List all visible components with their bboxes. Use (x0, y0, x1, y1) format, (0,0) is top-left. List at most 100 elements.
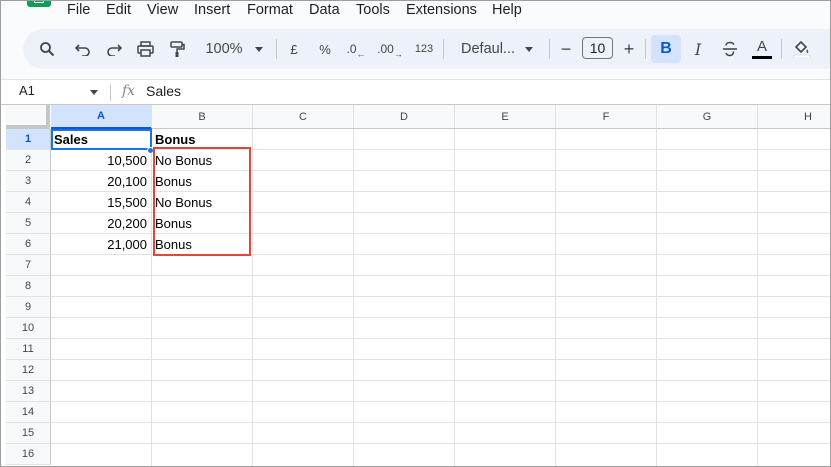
formula-input[interactable]: Sales (146, 83, 181, 99)
menu-data[interactable]: Data (309, 1, 340, 19)
column-header-e[interactable]: E (455, 105, 556, 129)
increase-font-size-button[interactable]: + (618, 35, 640, 63)
formula-bar: A1 fx Sales (1, 79, 830, 104)
plus-icon: + (623, 38, 635, 59)
column-header-a[interactable]: A (51, 105, 152, 129)
column-header-b[interactable]: B (152, 105, 253, 129)
decrease-decimal-button[interactable]: .0 ← (343, 35, 369, 63)
name-box[interactable]: A1 (19, 83, 35, 98)
row-header-14[interactable]: 14 (6, 402, 51, 423)
increase-decimal-icon: .00 (377, 42, 394, 56)
sheets-logo-icon[interactable] (27, 1, 51, 7)
print-button[interactable] (131, 35, 159, 63)
select-all-corner[interactable] (6, 105, 50, 129)
font-size-value: 10 (589, 40, 606, 56)
menu-insert[interactable]: Insert (194, 1, 230, 19)
bold-button[interactable]: B (651, 35, 681, 63)
row-header-2[interactable]: 2 (6, 150, 51, 171)
cell-a5[interactable]: 20,200 (51, 213, 151, 234)
row-header-1[interactable]: 1 (6, 129, 51, 150)
chevron-down-icon (254, 46, 263, 52)
row-header-10[interactable]: 10 (6, 318, 51, 339)
decrease-font-size-button[interactable]: − (555, 35, 577, 63)
toolbar-divider (549, 39, 550, 59)
row-header-6[interactable]: 6 (6, 234, 51, 255)
arrow-right-icon: → (393, 49, 403, 59)
menu-extensions[interactable]: Extensions (406, 1, 477, 19)
menu-bar: File Edit View Insert Format Data Tools … (1, 1, 830, 21)
row-header-8[interactable]: 8 (6, 276, 51, 297)
increase-decimal-button[interactable]: .00 → (375, 35, 405, 63)
chevron-down-icon[interactable] (90, 90, 98, 95)
column-header-g[interactable]: G (657, 105, 758, 129)
redo-button[interactable] (100, 35, 128, 63)
search-icon (40, 42, 55, 57)
currency-format-button[interactable]: £ (282, 35, 306, 63)
search-menus-button[interactable] (33, 35, 61, 63)
zoom-value: 100% (205, 41, 243, 57)
menu-format[interactable]: Format (247, 1, 293, 19)
redo-icon (107, 44, 122, 56)
grid-line (757, 129, 758, 466)
row-header-9[interactable]: 9 (6, 297, 51, 318)
column-header-c[interactable]: C (253, 105, 354, 129)
cell-a3[interactable]: 20,100 (51, 171, 151, 192)
grid-line (51, 380, 830, 381)
menu-view[interactable]: View (147, 1, 178, 19)
row-header-5[interactable]: 5 (6, 213, 51, 234)
zoom-select[interactable]: 100% (199, 35, 269, 63)
row-header-3[interactable]: 3 (6, 171, 51, 192)
column-header-h[interactable]: H (758, 105, 830, 129)
text-color-button[interactable]: A (749, 35, 775, 63)
grid-line (51, 275, 830, 276)
minus-icon: − (560, 38, 572, 59)
percent-format-button[interactable]: % (313, 35, 337, 63)
text-color-icon: A (756, 37, 767, 55)
row-header-12[interactable]: 12 (6, 360, 51, 381)
print-icon (136, 41, 154, 57)
toolbar-divider (276, 39, 277, 59)
text-color-bar (752, 55, 772, 59)
toolbar: 100% £ % .0 ← .00 → 123 Defaul... − 10 +… (23, 29, 830, 69)
menu-file[interactable]: File (67, 1, 90, 19)
percent-icon: % (319, 41, 331, 57)
grid-line (252, 129, 253, 466)
cell-a4[interactable]: 15,500 (51, 192, 151, 213)
active-cell-selection (51, 129, 152, 150)
italic-button[interactable]: I (685, 35, 711, 63)
column-header-f[interactable]: F (556, 105, 657, 129)
undo-button[interactable] (69, 35, 97, 63)
row-header-13[interactable]: 13 (6, 381, 51, 402)
strikethrough-button[interactable] (717, 35, 743, 63)
grid-line (51, 317, 830, 318)
row-header-11[interactable]: 11 (6, 339, 51, 360)
font-value: Defaul... (461, 41, 515, 57)
cell-a2[interactable]: 10,500 (51, 150, 151, 171)
grid-line (353, 129, 354, 466)
menu-tools[interactable]: Tools (356, 1, 390, 19)
more-formats-button[interactable]: 123 (411, 35, 437, 63)
row-header-4[interactable]: 4 (6, 192, 51, 213)
decrease-decimal-icon: .0 (346, 42, 357, 56)
grid-line (51, 443, 830, 444)
fill-color-button[interactable] (789, 35, 815, 63)
column-header-d[interactable]: D (354, 105, 455, 129)
toolbar-divider (443, 39, 444, 59)
row-header-15[interactable]: 15 (6, 423, 51, 444)
grid-line (51, 422, 830, 423)
row-header-16[interactable]: 16 (6, 444, 51, 465)
font-size-input[interactable]: 10 (582, 37, 613, 59)
formula-bar-divider (110, 84, 111, 101)
menu-help[interactable]: Help (492, 1, 522, 19)
highlight-box (153, 147, 251, 256)
arrow-left-icon: ← (356, 49, 366, 59)
font-select[interactable]: Defaul... (451, 35, 543, 63)
row-header-7[interactable]: 7 (6, 255, 51, 276)
paint-format-button[interactable] (163, 35, 191, 63)
menu-edit[interactable]: Edit (106, 1, 131, 19)
grid-line (51, 338, 830, 339)
number-format-icon: 123 (414, 43, 434, 55)
cell-a6[interactable]: 21,000 (51, 234, 151, 255)
fill-color-icon (793, 40, 811, 58)
strikethrough-icon (723, 41, 737, 57)
